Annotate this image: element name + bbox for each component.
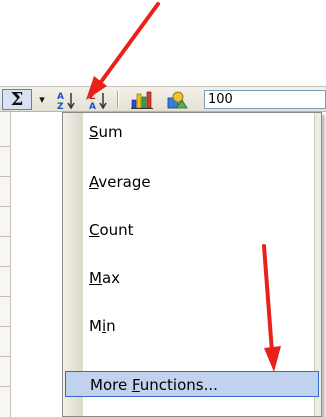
- drawing-icon: [167, 91, 188, 108]
- sort-ascending-button[interactable]: A Z: [54, 89, 80, 110]
- toolbar-separator: [117, 91, 119, 108]
- menu-item-average[interactable]: Average: [85, 169, 315, 195]
- chevron-down-icon: ▾: [39, 93, 45, 106]
- menu-item-min[interactable]: Min: [85, 313, 315, 339]
- menu-item-sum[interactable]: Sum: [85, 119, 315, 145]
- chart-wizard-icon: [131, 91, 153, 109]
- menu-item-max[interactable]: Max: [85, 265, 315, 291]
- svg-text:A: A: [57, 92, 64, 102]
- menu-item-more-functions[interactable]: More Functions...: [65, 371, 319, 397]
- worksheet-row-headers: [0, 112, 11, 417]
- svg-text:Z: Z: [57, 102, 64, 110]
- sort-descending-button[interactable]: Z A: [86, 89, 112, 110]
- zoom-value: 100: [208, 92, 233, 107]
- chart-wizard-button[interactable]: [128, 89, 156, 110]
- autosum-dropdown-menu: Sum Average Count Max Min More Functions…: [62, 112, 322, 417]
- sort-ascending-icon: A Z: [57, 92, 75, 110]
- zoom-field[interactable]: 100: [204, 90, 326, 109]
- standard-toolbar: Σ ▾ A Z Z A 100: [0, 86, 326, 112]
- svg-text:Z: Z: [89, 92, 96, 102]
- drawing-button[interactable]: [162, 89, 190, 110]
- sum-icon: Σ: [10, 89, 24, 110]
- menu-item-count[interactable]: Count: [85, 217, 315, 243]
- sort-descending-icon: Z A: [89, 92, 107, 110]
- autosum-dropdown-arrow[interactable]: ▾: [32, 89, 52, 110]
- svg-text:A: A: [89, 102, 96, 110]
- autosum-button[interactable]: Σ: [2, 89, 32, 110]
